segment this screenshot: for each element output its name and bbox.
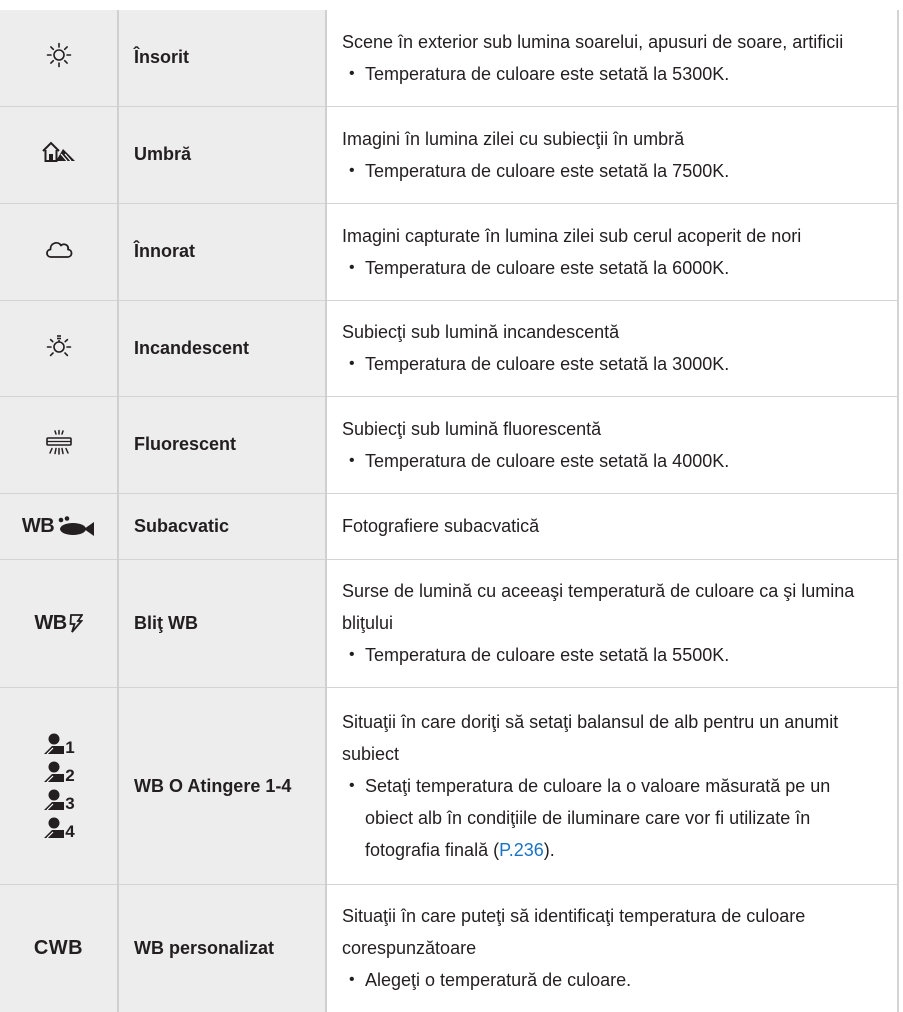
mode-description: Subiecţi sub lumină incandescentă Temper…: [326, 300, 899, 397]
table-row: Fluorescent Subiecţi sub lumină fluoresc…: [0, 396, 899, 494]
mode-name: Umbră: [118, 106, 327, 204]
description-bullet: Temperatura de culoare este setată la 30…: [342, 348, 883, 380]
incandescent-bulb-icon: [46, 334, 72, 358]
mode-description: Situaţii în care doriţi să setaţi balans…: [326, 687, 899, 885]
shade-icon: [41, 140, 77, 164]
page-reference-link[interactable]: P.236: [499, 840, 544, 860]
one-touch-wb-3-icon: 3: [42, 789, 75, 813]
table-row: Înnorat Imagini capturate în lumina zile…: [0, 203, 899, 301]
description-text: Situaţii în care puteţi să identificaţi …: [342, 906, 806, 959]
description-bullet: Alegeţi o temperatură de culoare.: [342, 964, 883, 996]
description-bullet: Temperatura de culoare este setată la 75…: [342, 155, 883, 187]
icon-cell: WB: [0, 493, 119, 560]
mode-description: Situaţii în care puteţi să identificaţi …: [326, 884, 899, 1012]
flash-wb-icon: WB: [34, 611, 83, 635]
wb-label: WB: [34, 611, 67, 634]
mode-name: Bliţ WB: [118, 559, 327, 688]
description-text: Subiecţi sub lumină fluorescentă: [342, 418, 602, 439]
description-bullet: Setaţi temperatura de culoare la o valoa…: [342, 770, 883, 866]
description-text: Fotografiere subacvatică: [342, 516, 540, 536]
mode-description: Imagini în lumina zilei cu subiecţii în …: [326, 106, 899, 204]
description-bullet: Temperatura de culoare este setată la 55…: [342, 639, 883, 671]
touch-number: 4: [65, 821, 75, 841]
one-touch-wb-2-icon: 2: [42, 761, 75, 785]
mode-name: WB personalizat: [118, 884, 327, 1012]
description-text: Surse de lumină cu aceeaşi temperatură d…: [342, 581, 855, 633]
one-touch-wb-icon: 1 2 3 4: [0, 733, 117, 841]
icon-cell: CWB: [0, 884, 119, 1012]
icon-cell: [0, 10, 119, 107]
touch-number: 1: [65, 737, 75, 757]
mode-description: Surse de lumină cu aceeaşi temperatură d…: [326, 559, 899, 688]
mode-description: Scene în exterior sub lumina soarelui, a…: [326, 10, 899, 107]
touch-number: 2: [65, 765, 75, 785]
one-touch-wb-1-icon: 1: [42, 733, 75, 757]
mode-description: Imagini capturate în lumina zilei sub ce…: [326, 203, 899, 301]
description-text: Subiecţi sub lumină incandescentă: [342, 322, 620, 342]
icon-cell: [0, 203, 119, 301]
icon-cell: [0, 396, 119, 494]
mode-name: WB O Atingere 1-4: [118, 687, 327, 885]
wb-label: WB: [21, 514, 55, 537]
white-balance-table: Însorit Scene în exterior sub lumina soa…: [0, 10, 899, 1012]
table-row: Incandescent Subiecţi sub lumină incande…: [0, 300, 899, 397]
icon-cell: WB: [0, 559, 119, 688]
description-bullet: Temperatura de culoare este setată la 60…: [342, 252, 883, 284]
mode-description: Fotografiere subacvatică: [326, 493, 899, 560]
table-row: CWB WB personalizat Situaţii în care put…: [0, 884, 899, 1012]
fluorescent-light-icon: [45, 429, 73, 455]
description-bullet: Temperatura de culoare este setată la 40…: [342, 445, 883, 477]
mode-description: Subiecţi sub lumină fluorescentă Tempera…: [326, 396, 899, 494]
table-row: WB Bliţ WB Surse de lumină cu aceeaşi te…: [0, 559, 899, 688]
mode-name: Incandescent: [118, 300, 327, 397]
mode-name: Însorit: [118, 10, 327, 107]
custom-wb-icon: CWB: [33, 936, 84, 959]
underwater-fish-icon: WB: [22, 515, 95, 538]
description-text: Imagini capturate în lumina zilei sub ce…: [342, 225, 802, 246]
mode-name: Înnorat: [118, 203, 327, 301]
table-row: Însorit Scene în exterior sub lumina soa…: [0, 10, 899, 107]
bullet-text-end: ).: [543, 839, 555, 860]
icon-cell: 1 2 3 4: [0, 687, 119, 885]
icon-cell: [0, 300, 119, 397]
description-text: Scene în exterior sub lumina soarelui, a…: [342, 31, 844, 52]
cloud-icon: [44, 238, 74, 260]
sun-icon: [46, 42, 72, 68]
table-row: 1 2 3 4 WB O Atingere 1-4 Situaţii în ca…: [0, 687, 899, 885]
mode-name: Fluorescent: [118, 396, 327, 494]
table-row: WB Subacvatic Fotografiere subacvatică: [0, 493, 899, 560]
icon-cell: [0, 106, 119, 204]
bullet-text: Setaţi temperatura de culoare la o valoa…: [365, 775, 831, 860]
description-bullet: Temperatura de culoare este setată la 53…: [342, 58, 883, 90]
description-text: Situaţii în care doriţi să setaţi balans…: [342, 711, 839, 764]
description-text: Imagini în lumina zilei cu subiecţii în …: [342, 128, 685, 149]
table-row: Umbră Imagini în lumina zilei cu subiecţ…: [0, 106, 899, 204]
one-touch-wb-4-icon: 4: [42, 817, 75, 841]
touch-number: 3: [65, 793, 75, 813]
mode-name: Subacvatic: [118, 493, 327, 560]
